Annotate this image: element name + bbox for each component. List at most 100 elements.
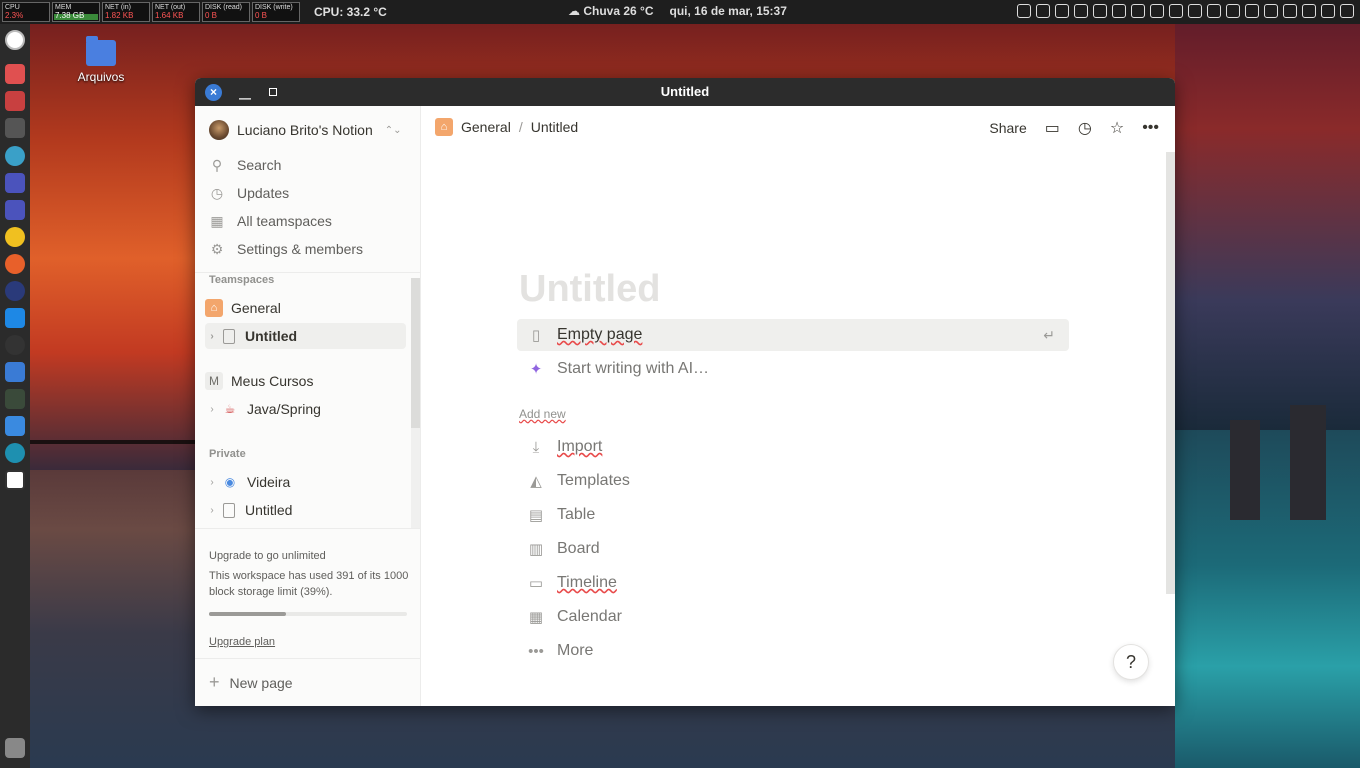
chevron-right-icon[interactable]: ›	[205, 331, 219, 342]
monitor-disk-read[interactable]: DISK (read) 0 B	[202, 2, 250, 22]
desktop-folder-arquivos[interactable]: Arquivos	[70, 36, 132, 84]
empty-page-option[interactable]: ▯ Empty page ↵	[517, 319, 1069, 351]
monitor-cpu[interactable]: CPU 2.3%	[2, 2, 50, 22]
tray-icon[interactable]	[1074, 4, 1088, 18]
new-page-button[interactable]: + New page	[209, 672, 293, 693]
app-icon[interactable]	[5, 91, 25, 111]
trash-icon[interactable]	[5, 738, 25, 758]
board-option[interactable]: ▥ Board	[517, 533, 1069, 565]
tray-icon[interactable]	[1207, 4, 1221, 18]
sidebar-item-untitled-active[interactable]: › Untitled	[205, 323, 406, 349]
monitor-net-in[interactable]: NET (in) 1.82 KB	[102, 2, 150, 22]
eclipse-icon[interactable]	[5, 281, 25, 301]
maximize-icon[interactable]	[269, 88, 277, 96]
window-titlebar[interactable]: × — Untitled	[195, 78, 1175, 106]
sparkle-icon: ✦	[529, 361, 543, 378]
sidebar-item-updates[interactable]: ◷ Updates	[209, 179, 409, 207]
app-icon[interactable]	[5, 64, 25, 84]
sidebar-item-java-spring[interactable]: › ☕ Java/Spring	[205, 396, 406, 422]
workspace-switcher[interactable]: Luciano Brito's Notion ⌃⌄	[209, 120, 402, 140]
app-icon[interactable]	[5, 335, 25, 355]
vscode-icon[interactable]	[5, 308, 25, 328]
wallpaper-bridge	[30, 440, 195, 444]
monitor-mem[interactable]: MEM 7.38 GB	[52, 2, 100, 22]
breadcrumb-separator: /	[518, 119, 523, 135]
app-icon[interactable]	[5, 389, 25, 409]
more-option[interactable]: ••• More	[517, 635, 1069, 667]
chevron-right-icon[interactable]: ›	[205, 505, 219, 516]
breadcrumb: ⌂ General / Untitled	[435, 118, 578, 136]
tray-icon[interactable]	[1055, 4, 1069, 18]
home-icon: ⌂	[205, 299, 223, 317]
import-option[interactable]: ⤓ Import	[517, 431, 1069, 463]
edge-icon[interactable]	[5, 443, 25, 463]
timeline-option[interactable]: ▭ Timeline	[517, 567, 1069, 599]
tray-icon[interactable]	[1264, 4, 1278, 18]
tray-icon[interactable]	[1321, 4, 1335, 18]
teams-icon[interactable]	[5, 173, 25, 193]
java-icon: ☕	[224, 402, 236, 416]
tray-icon[interactable]	[1169, 4, 1183, 18]
tray-icon[interactable]	[1017, 4, 1031, 18]
sidebar-item-untitled-private[interactable]: › Untitled	[205, 497, 406, 523]
clock-area[interactable]: ☁ Chuva 26 °C qui, 16 de mar, 15:37	[568, 4, 787, 18]
monitor-disk-write[interactable]: DISK (write) 0 B	[252, 2, 300, 22]
sidebar-item-general[interactable]: ⌂ General	[205, 295, 406, 321]
breadcrumb-parent[interactable]: General	[461, 119, 511, 135]
teams-icon[interactable]	[5, 200, 25, 220]
search-icon: ⚲	[211, 156, 223, 173]
sidebar-item-search[interactable]: ⚲ Search	[209, 151, 409, 179]
sidebar-item-settings[interactable]: ⚙ Settings & members	[209, 235, 409, 263]
app-icon[interactable]	[5, 146, 25, 166]
document-icon[interactable]	[5, 362, 25, 382]
close-icon[interactable]: ×	[205, 84, 222, 101]
plus-icon: +	[209, 672, 220, 692]
tray-icon[interactable]	[1283, 4, 1297, 18]
templates-option[interactable]: ◭ Templates	[517, 465, 1069, 497]
tray-icon[interactable]	[1093, 4, 1107, 18]
star-icon[interactable]: ☆	[1110, 118, 1124, 138]
tray-icon[interactable]	[1245, 4, 1259, 18]
tray-icon[interactable]	[1188, 4, 1202, 18]
workspace-name: Luciano Brito's Notion	[237, 122, 373, 138]
notion-icon[interactable]	[5, 470, 25, 490]
upgrade-title: Upgrade to go unlimited	[209, 550, 326, 562]
tray-icon[interactable]	[1112, 4, 1126, 18]
tray-icon[interactable]	[1036, 4, 1050, 18]
tray-icon[interactable]	[1340, 4, 1354, 18]
table-option[interactable]: ▤ Table	[517, 499, 1069, 531]
more-horizontal-icon[interactable]: •••	[1142, 119, 1159, 137]
tray-icon[interactable]	[1131, 4, 1145, 18]
calendar-option[interactable]: ▦ Calendar	[517, 601, 1069, 633]
app-icon[interactable]	[5, 254, 25, 274]
globe-icon: ◉	[224, 475, 236, 489]
help-button[interactable]: ?	[1113, 644, 1149, 680]
page-actions: Share ▭ ◷ ☆ •••	[989, 118, 1159, 138]
sidebar-item-all-teamspaces[interactable]: ▦ All teamspaces	[209, 207, 409, 235]
notion-window: × — Untitled Luciano Brito's Notion ⌃⌄ ⚲…	[195, 78, 1175, 706]
comment-icon[interactable]: ▭	[1045, 118, 1060, 138]
terminal-icon[interactable]	[5, 118, 25, 138]
ai-option[interactable]: ✦ Start writing with AI…	[517, 353, 1069, 385]
app-icon[interactable]	[5, 227, 25, 247]
main-scrollbar[interactable]	[1166, 152, 1175, 594]
files-icon[interactable]	[5, 416, 25, 436]
sidebar-scroll-thumb[interactable]	[411, 278, 420, 428]
sidebar-item-videira[interactable]: › ◉ Videira	[205, 469, 406, 495]
history-icon[interactable]: ◷	[1078, 118, 1092, 138]
chevron-right-icon[interactable]: ›	[205, 404, 219, 415]
application-dock	[0, 24, 30, 768]
sidebar-item-meus-cursos[interactable]: M Meus Cursos	[205, 368, 406, 394]
tray-icon[interactable]	[1302, 4, 1316, 18]
tray-icon[interactable]	[1226, 4, 1240, 18]
share-button[interactable]: Share	[989, 120, 1026, 136]
monitor-net-out[interactable]: NET (out) 1.64 KB	[152, 2, 200, 22]
tray-icon[interactable]	[1150, 4, 1164, 18]
upgrade-plan-link[interactable]: Upgrade plan	[209, 636, 275, 648]
table-icon: ▤	[528, 507, 544, 524]
menu-icon[interactable]	[5, 30, 25, 50]
breadcrumb-current[interactable]: Untitled	[531, 119, 578, 135]
cpu-temperature[interactable]: CPU: 33.2 °C	[314, 5, 387, 19]
chevron-right-icon[interactable]: ›	[205, 477, 219, 488]
page-title[interactable]: Untitled	[519, 268, 660, 311]
